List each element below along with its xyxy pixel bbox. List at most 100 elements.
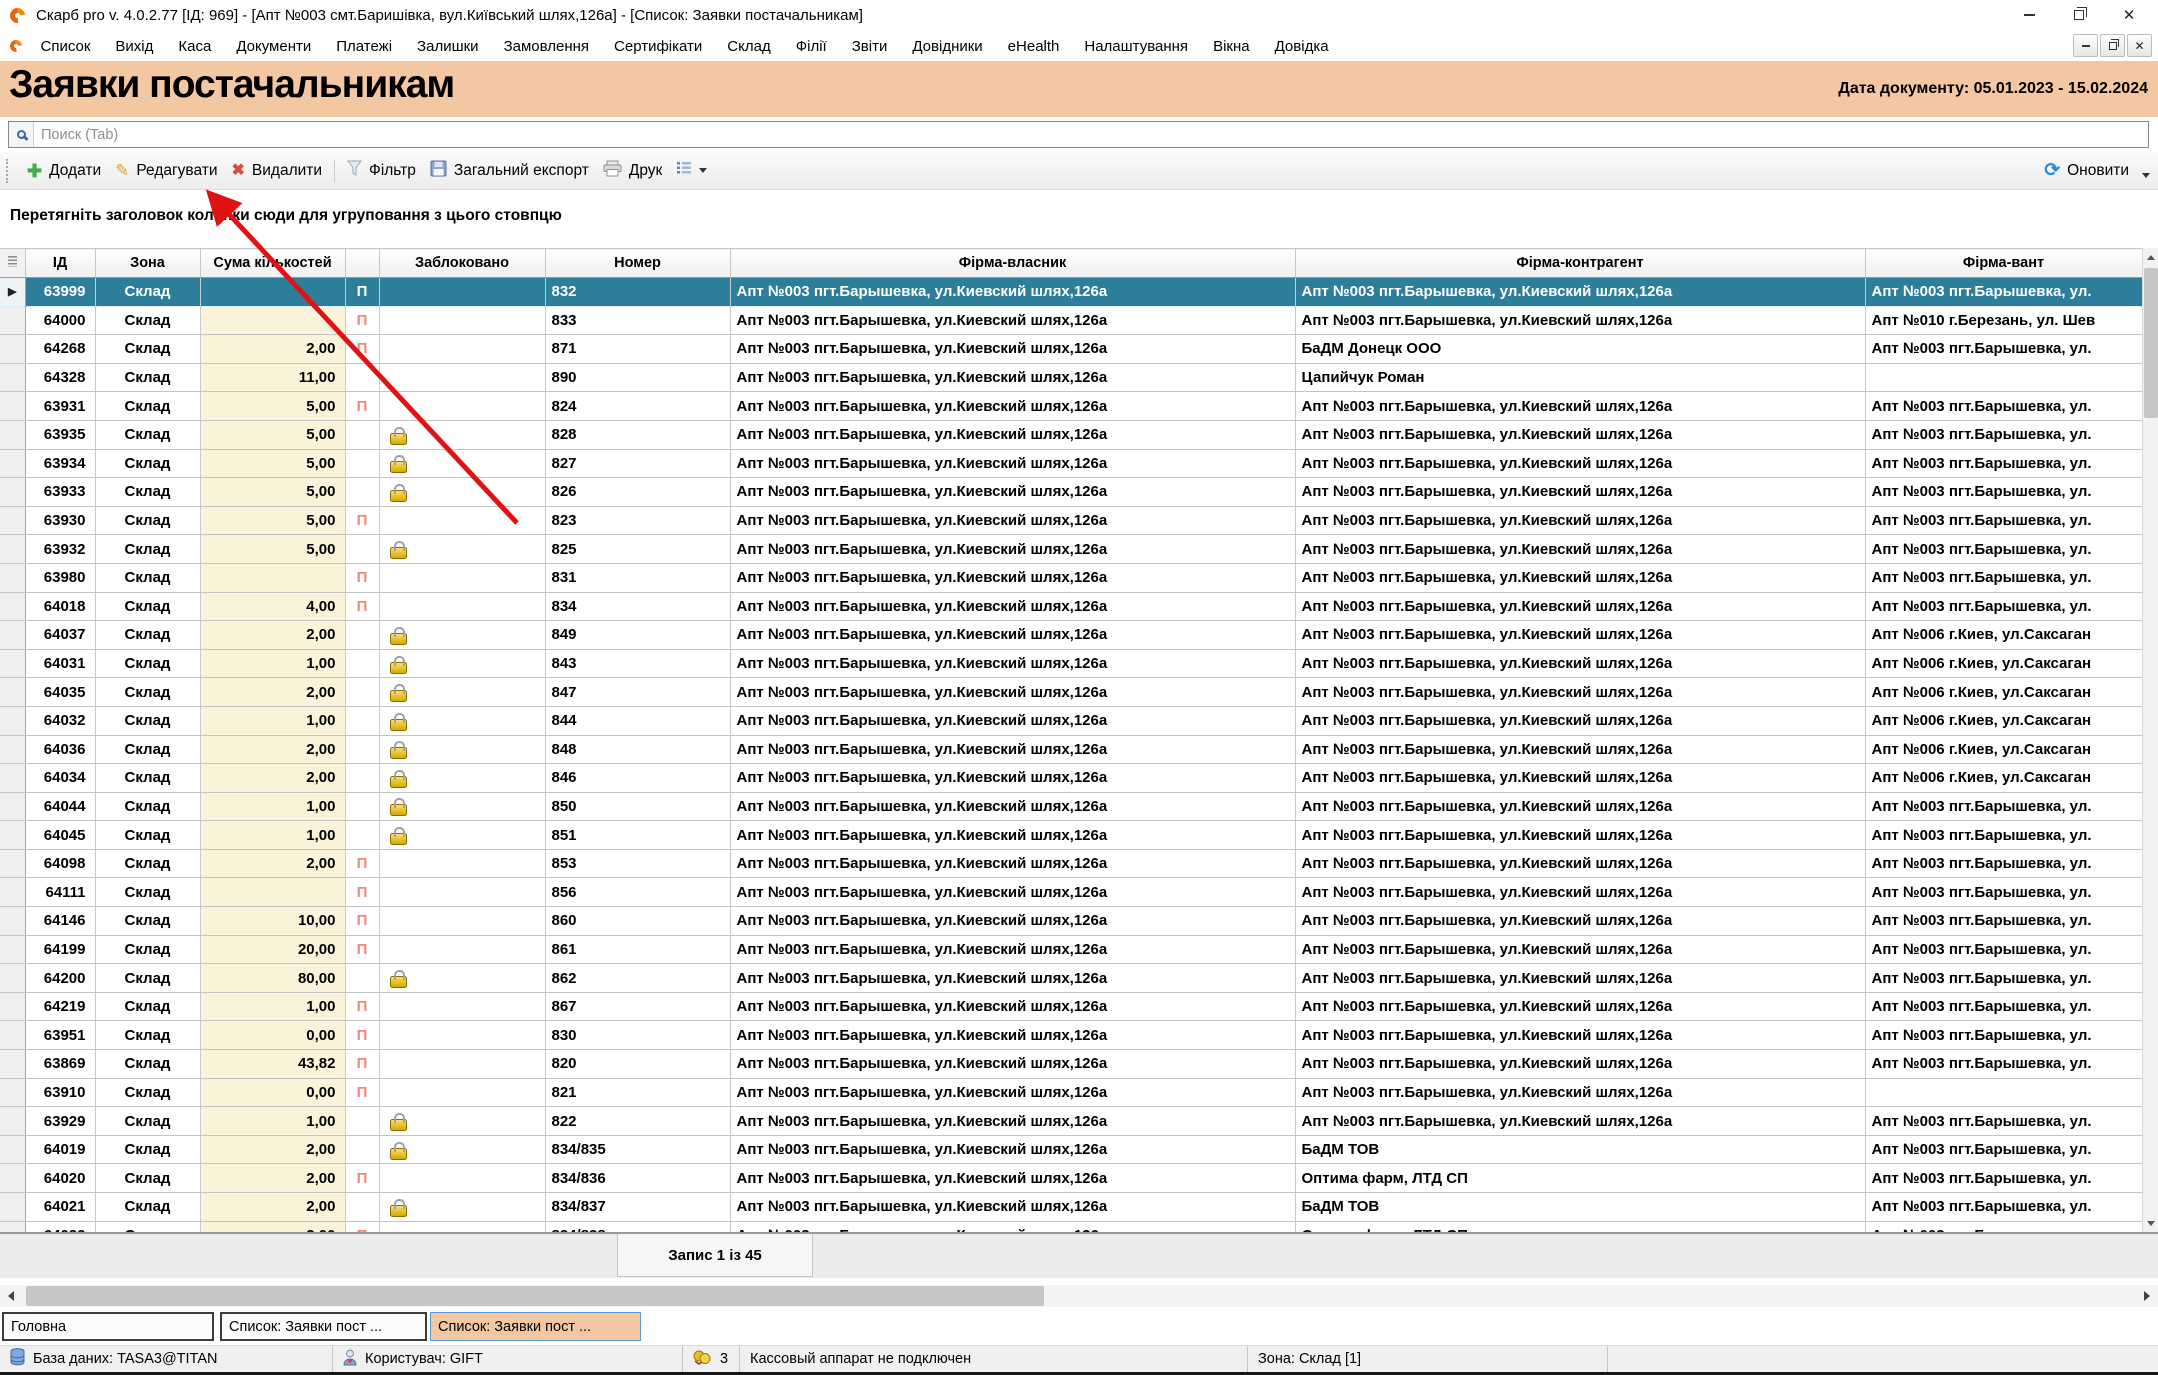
cell-zone[interactable]: Склад (95, 878, 200, 907)
restore-button[interactable] (2054, 1, 2104, 29)
cell-zone[interactable]: Склад (95, 420, 200, 449)
table-row[interactable]: 64032Склад1,00844Апт №003 пгт.Барышевка,… (0, 706, 2142, 735)
cell-block[interactable] (379, 678, 545, 707)
cell-contr[interactable]: Оптима фарм, ЛТД СП (1295, 1164, 1865, 1193)
cell-block[interactable] (379, 1050, 545, 1079)
delete-button[interactable]: ✖ Видалити (225, 158, 330, 184)
cell-id[interactable]: 64031 (25, 649, 95, 678)
minimize-button[interactable] (2004, 1, 2054, 29)
cell-zone[interactable]: Склад (95, 735, 200, 764)
scroll-right-button[interactable] (2136, 1285, 2158, 1307)
cell-zone[interactable]: Склад (95, 964, 200, 993)
cell-cons[interactable]: Апт №006 г.Киев, ул.Саксаган (1865, 678, 2142, 707)
cell-owner[interactable]: Апт №003 пгт.Барышевка, ул.Киевский шлях… (730, 1135, 1295, 1164)
column-header-1[interactable]: ІД (25, 249, 95, 278)
cell-sum[interactable] (200, 278, 345, 307)
cell-owner[interactable]: Апт №003 пгт.Барышевка, ул.Киевский шлях… (730, 764, 1295, 793)
cell-block[interactable] (379, 392, 545, 421)
cell-owner[interactable]: Апт №003 пгт.Барышевка, ул.Киевский шлях… (730, 592, 1295, 621)
cell-num[interactable]: 828 (545, 420, 730, 449)
view-options-button[interactable] (669, 157, 714, 184)
cell-p[interactable]: П (345, 1164, 379, 1193)
cell-id[interactable]: 64032 (25, 706, 95, 735)
cell-contr[interactable]: Апт №003 пгт.Барышевка, ул.Киевский шлях… (1295, 649, 1865, 678)
cell-contr[interactable]: Апт №003 пгт.Барышевка, ул.Киевский шлях… (1295, 764, 1865, 793)
cell-num[interactable]: 862 (545, 964, 730, 993)
cell-zone[interactable]: Склад (95, 392, 200, 421)
table-row[interactable]: 63933Склад5,00826Апт №003 пгт.Барышевка,… (0, 478, 2142, 507)
cell-zone[interactable]: Склад (95, 1135, 200, 1164)
cell-zone[interactable]: Склад (95, 563, 200, 592)
cell-contr[interactable]: БаДМ Донецк ООО (1295, 335, 1865, 364)
cell-id[interactable]: 63935 (25, 420, 95, 449)
table-row[interactable]: 64018Склад4,00П834Апт №003 пгт.Барышевка… (0, 592, 2142, 621)
cell-ind[interactable] (0, 592, 25, 621)
cell-ind[interactable] (0, 821, 25, 850)
cell-zone[interactable]: Склад (95, 621, 200, 650)
cell-contr[interactable]: Апт №003 пгт.Барышевка, ул.Киевский шлях… (1295, 878, 1865, 907)
cell-contr[interactable]: Апт №003 пгт.Барышевка, ул.Киевский шлях… (1295, 849, 1865, 878)
cell-num[interactable]: 826 (545, 478, 730, 507)
cell-owner[interactable]: Апт №003 пгт.Барышевка, ул.Киевский шлях… (730, 821, 1295, 850)
cell-num[interactable]: 827 (545, 449, 730, 478)
cell-cons[interactable]: Апт №003 пгт.Барышевка, ул. (1865, 1050, 2142, 1079)
cell-contr[interactable]: Апт №003 пгт.Барышевка, ул.Киевский шлях… (1295, 306, 1865, 335)
cell-p[interactable] (345, 1193, 379, 1222)
cell-sum[interactable]: 80,00 (200, 964, 345, 993)
cell-zone[interactable]: Склад (95, 306, 200, 335)
cell-ind[interactable] (0, 907, 25, 936)
cell-contr[interactable]: Апт №003 пгт.Барышевка, ул.Киевский шлях… (1295, 821, 1865, 850)
cell-sum[interactable]: 5,00 (200, 506, 345, 535)
cell-owner[interactable]: Апт №003 пгт.Барышевка, ул.Киевский шлях… (730, 964, 1295, 993)
cell-cons[interactable]: Апт №003 пгт.Барышевка, ул. (1865, 1021, 2142, 1050)
cell-contr[interactable]: Апт №003 пгт.Барышевка, ул.Киевский шлях… (1295, 907, 1865, 936)
search-button[interactable] (9, 122, 34, 147)
cell-ind[interactable] (0, 964, 25, 993)
table-row[interactable]: 64200Склад80,00862Апт №003 пгт.Барышевка… (0, 964, 2142, 993)
cell-num[interactable]: 822 (545, 1107, 730, 1136)
mdi-restore-button[interactable] (2100, 34, 2125, 57)
table-row[interactable]: 63869Склад43,82П820Апт №003 пгт.Барышевк… (0, 1050, 2142, 1079)
cell-contr[interactable]: Апт №003 пгт.Барышевка, ул.Киевский шлях… (1295, 449, 1865, 478)
cell-zone[interactable]: Склад (95, 764, 200, 793)
cell-block[interactable] (379, 1021, 545, 1050)
cell-block[interactable] (379, 992, 545, 1021)
cell-num[interactable]: 834 (545, 592, 730, 621)
cell-p[interactable]: П (345, 563, 379, 592)
cell-block[interactable] (379, 1221, 545, 1232)
table-row[interactable]: 63951Склад0,00П830Апт №003 пгт.Барышевка… (0, 1021, 2142, 1050)
cell-contr[interactable]: Апт №003 пгт.Барышевка, ул.Киевский шлях… (1295, 678, 1865, 707)
cell-cons[interactable]: Апт №006 г.Киев, ул.Саксаган (1865, 649, 2142, 678)
cell-p[interactable] (345, 420, 379, 449)
cell-zone[interactable]: Склад (95, 478, 200, 507)
cell-sum[interactable] (200, 306, 345, 335)
cell-zone[interactable]: Склад (95, 849, 200, 878)
cell-cons[interactable]: Апт №003 пгт.Барышевка, ул. (1865, 849, 2142, 878)
cell-id[interactable]: 64045 (25, 821, 95, 850)
cell-id[interactable]: 64044 (25, 792, 95, 821)
cell-num[interactable]: 844 (545, 706, 730, 735)
cell-p[interactable] (345, 535, 379, 564)
cell-num[interactable]: 850 (545, 792, 730, 821)
cell-owner[interactable]: Апт №003 пгт.Барышевка, ул.Киевский шлях… (730, 907, 1295, 936)
cell-num[interactable]: 820 (545, 1050, 730, 1079)
cell-p[interactable]: П (345, 907, 379, 936)
print-button[interactable]: Друк (596, 156, 669, 186)
cell-num[interactable]: 867 (545, 992, 730, 1021)
cell-num[interactable]: 861 (545, 935, 730, 964)
cell-contr[interactable]: Апт №003 пгт.Барышевка, ул.Киевский шлях… (1295, 563, 1865, 592)
cell-p[interactable] (345, 621, 379, 650)
edit-button[interactable]: ✎ Редагувати (108, 158, 224, 184)
cell-cons[interactable]: Апт №006 г.Киев, ул.Саксаган (1865, 706, 2142, 735)
cell-ind[interactable] (0, 1107, 25, 1136)
cell-cons[interactable]: Апт №003 пгт.Барышевка, ул. (1865, 420, 2142, 449)
cell-ind[interactable] (0, 420, 25, 449)
refresh-button[interactable]: ⟳ Оновити (2037, 157, 2136, 184)
cell-ind[interactable] (0, 1193, 25, 1222)
cell-sum[interactable]: 5,00 (200, 420, 345, 449)
cell-contr[interactable]: Апт №003 пгт.Барышевка, ул.Киевский шлях… (1295, 592, 1865, 621)
cell-sum[interactable]: 2,00 (200, 335, 345, 364)
cell-cons[interactable]: Апт №003 пгт.Барышевка, ул. (1865, 1107, 2142, 1136)
cell-sum[interactable]: 4,00 (200, 592, 345, 621)
cell-ind[interactable] (0, 478, 25, 507)
